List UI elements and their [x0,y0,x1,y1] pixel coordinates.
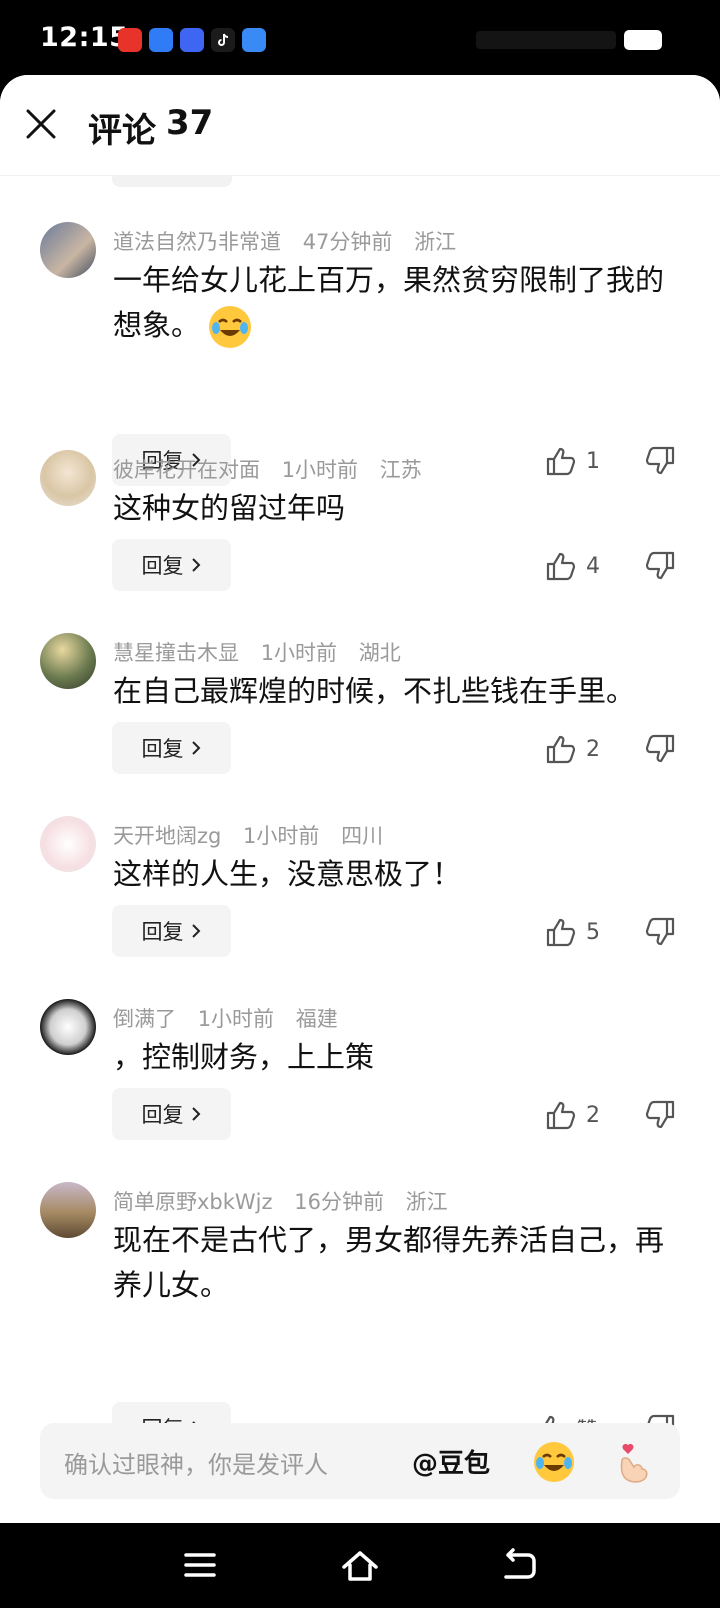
like-count: 1 [586,448,600,474]
app-icon-2 [149,28,173,52]
dislike-button[interactable] [643,1098,677,1136]
comment-meta: 彼岸花开在对面 1小时前 江苏 [113,454,437,484]
username[interactable]: 天开地阔zg [113,824,221,848]
comment-time: 1小时前 [243,824,320,848]
finger-heart-emoji[interactable] [614,1441,654,1483]
reply-button[interactable]: 回复 [112,539,231,591]
comment-time: 1小时前 [197,1007,275,1031]
comment-region: 湖北 [358,641,401,665]
laugh-cry-emoji [209,306,252,348]
comment-text: 一年给女儿花上百万，果然贫穷限制了我的想象。 [113,258,688,348]
username[interactable]: 简单原野xbkWjz [113,1190,273,1214]
dislike-button[interactable] [643,444,677,482]
menu-icon[interactable] [180,1545,220,1585]
username[interactable]: 慧星撞击木显 [113,641,239,665]
thumbs-down-icon [645,734,675,763]
username[interactable]: 倒满了 [113,1007,176,1031]
thumbs-up-icon [546,552,576,581]
avatar[interactable] [40,222,96,278]
home-icon[interactable] [340,1545,380,1585]
comment-region: 四川 [341,824,384,848]
like-button[interactable]: 2 [544,1098,600,1132]
system-nav-bar [0,1523,720,1608]
avatar[interactable] [40,1182,96,1238]
chevron-right-icon [191,741,200,755]
dislike-button[interactable] [643,915,677,953]
app-icon-3 [180,28,204,52]
notification-icons [118,28,266,52]
battery-icon [624,30,662,50]
comment-text: 现在不是古代了，男女都得先养活自己，再养儿女。 [113,1223,665,1302]
avatar[interactable] [40,816,96,872]
status-time: 12:15 [40,22,129,53]
comment-input-placeholder: 确认过眼神，你是发评人 [64,1451,328,1479]
thumbs-down-icon [645,551,675,580]
title-label: 评论 [88,111,156,151]
comment-text: 这种女的留过年吗 [113,491,346,525]
app-icon-5 [242,28,266,52]
like-count: 2 [586,1102,600,1128]
reply-button[interactable]: 回复 [112,1088,231,1140]
tiktok-icon [211,28,235,52]
thumbs-up-icon [546,447,576,476]
chevron-right-icon [191,1107,200,1121]
username[interactable]: 彼岸花开在对面 [113,458,260,482]
status-bar: 12:15 [0,0,720,80]
like-button[interactable]: 5 [544,915,600,949]
thumbs-up-icon [546,735,576,764]
thumbs-down-icon [645,446,675,475]
like-count: 5 [586,919,600,945]
comment-text: ，控制财务，上上策 [113,1040,375,1074]
page-title: 评论 37 [88,103,213,152]
comment-text: 这样的人生，没意思极了！ [113,857,462,891]
laugh-cry-emoji[interactable] [533,1441,575,1483]
thumbs-up-icon [546,918,576,947]
comment-sheet: 评论 37 道法自然乃非常道 47分钟前 浙江 一年给女儿花上百万，果然贫穷限制… [0,75,720,1523]
comment-meta: 天开地阔zg 1小时前 四川 [113,820,398,850]
avatar[interactable] [40,450,96,506]
sheet-header: 评论 37 [0,75,720,176]
comment-count: 37 [166,103,214,143]
comment-meta: 简单原野xbkWjz 16分钟前 浙江 [113,1186,463,1216]
comment-region: 福建 [295,1007,338,1031]
chevron-right-icon [191,558,200,572]
comment-meta: 倒满了 1小时前 福建 [113,1003,353,1033]
avatar[interactable] [40,633,96,689]
comment-meta: 慧星撞击木显 1小时前 湖北 [113,637,416,667]
comment-region: 浙江 [414,230,457,254]
comment-input[interactable]: 确认过眼神，你是发评人 @豆包 [40,1423,680,1499]
comment-region: 江苏 [379,458,422,482]
close-icon[interactable] [24,107,58,141]
dislike-button[interactable] [643,549,677,587]
chevron-right-icon [191,924,200,938]
comment-time: 1小时前 [281,458,359,482]
dislike-button[interactable] [643,732,677,770]
like-button[interactable]: 2 [544,732,600,766]
thumbs-down-icon [645,1100,675,1129]
comment-time: 16分钟前 [294,1190,384,1214]
comment-region: 浙江 [405,1190,448,1214]
avatar[interactable] [40,999,96,1055]
mention-button[interactable]: @豆包 [412,1443,490,1480]
reply-button[interactable]: 回复 [112,905,231,957]
comment-meta: 道法自然乃非常道 47分钟前 浙江 [113,226,471,256]
reply-button[interactable]: 回复 [112,722,231,774]
thumbs-up-icon [546,1101,576,1130]
back-icon[interactable] [500,1545,540,1585]
comment-text: 在自己最辉煌的时候，不扎些钱在手里。 [113,674,636,708]
thumbs-down-icon [645,917,675,946]
comment-time: 47分钟前 [302,230,393,254]
comment-time: 1小时前 [260,641,338,665]
username[interactable]: 道法自然乃非常道 [113,230,281,254]
like-button[interactable]: 4 [544,549,600,583]
signal-icon [476,31,616,49]
like-count: 4 [586,553,600,579]
like-count: 2 [586,736,600,762]
like-button[interactable]: 1 [544,444,600,478]
app-icon-1 [118,28,142,52]
system-indicators [476,30,662,50]
